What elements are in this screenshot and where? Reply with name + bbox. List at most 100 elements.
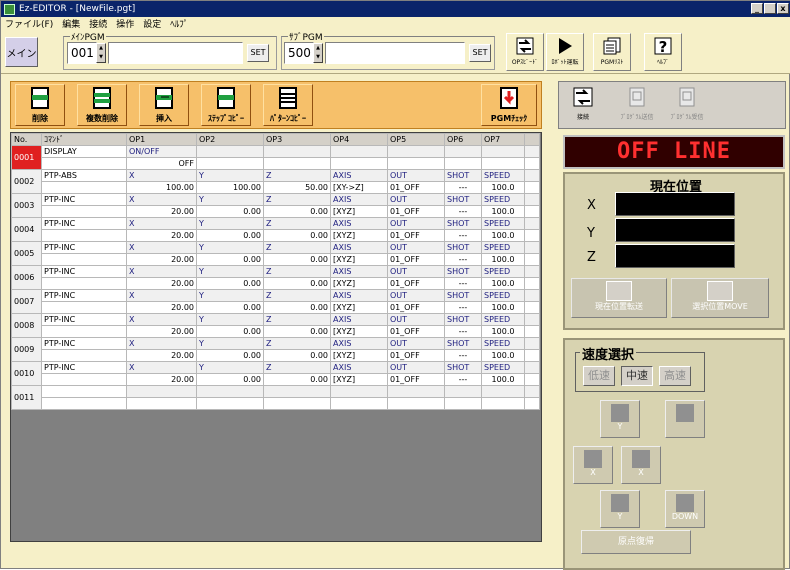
main-pgm-spin[interactable]: ▲ ▼: [96, 43, 106, 63]
param-label-cell[interactable]: [196, 385, 264, 398]
param-label-cell[interactable]: Y: [196, 313, 264, 326]
speed-low-button[interactable]: 低速: [583, 366, 615, 386]
jog-z-up-button[interactable]: UP: [665, 400, 705, 438]
step-number[interactable]: 0011: [11, 385, 42, 410]
param-value-cell[interactable]: 0.00: [263, 205, 331, 218]
param-value-cell[interactable]: 0.00: [196, 253, 264, 266]
step-number[interactable]: 0003: [11, 193, 42, 218]
param-label-cell[interactable]: SHOT: [444, 265, 482, 278]
table-row[interactable]: 0009 PTP-INC X Y Z AXIS OUT SHOT SPEED: [11, 337, 540, 362]
param-label-cell[interactable]: [481, 145, 525, 158]
table-row[interactable]: 20.00 0.00 0.00 [XYZ] 01_OFF --- 100.0: [12, 373, 540, 386]
param-value-cell[interactable]: 0.00: [263, 253, 331, 266]
table-row[interactable]: 20.00 0.00 0.00 [XYZ] 01_OFF --- 100.0: [12, 253, 540, 266]
table-row[interactable]: 0007 PTP-INC X Y Z AXIS OUT SHOT SPEED: [11, 289, 540, 314]
param-label-cell[interactable]: SHOT: [444, 313, 482, 326]
param-value-cell[interactable]: ---: [444, 301, 482, 314]
table-row[interactable]: 0005 PTP-INC X Y Z AXIS OUT SHOT SPEED: [11, 241, 540, 266]
command-cell[interactable]: PTP-INC: [41, 265, 127, 278]
param-label-cell[interactable]: Z: [263, 217, 331, 230]
param-value-cell[interactable]: 01_OFF: [387, 301, 445, 314]
param-value-cell[interactable]: ---: [444, 181, 482, 194]
menu-file[interactable]: ファイル(F): [5, 17, 53, 30]
multi-delete-button[interactable]: 複数削除: [77, 84, 127, 126]
param-label-cell[interactable]: SPEED: [481, 169, 525, 182]
table-row[interactable]: 100.00 100.00 50.00 [XY->Z] 01_OFF --- 100.0: [12, 181, 540, 194]
param-value-cell[interactable]: 0.00: [196, 349, 264, 362]
command-cell[interactable]: [41, 349, 127, 362]
param-value-cell[interactable]: ---: [444, 229, 482, 242]
param-label-cell[interactable]: Y: [196, 265, 264, 278]
param-value-cell[interactable]: [263, 397, 331, 410]
param-value-cell[interactable]: [387, 397, 445, 410]
param-value-cell[interactable]: 50.00: [263, 181, 331, 194]
step-number[interactable]: 0006: [11, 265, 42, 290]
command-cell[interactable]: PTP-INC: [41, 337, 127, 350]
param-value-cell[interactable]: [263, 157, 331, 170]
jog-y-plus-button[interactable]: Y: [600, 400, 640, 438]
command-cell[interactable]: [41, 277, 127, 290]
param-label-cell[interactable]: OUT: [387, 361, 445, 374]
param-value-cell[interactable]: [XY->Z]: [330, 181, 388, 194]
param-label-cell[interactable]: SPEED: [481, 265, 525, 278]
param-label-cell[interactable]: SHOT: [444, 217, 482, 230]
param-label-cell[interactable]: SPEED: [481, 289, 525, 302]
param-label-cell[interactable]: OUT: [387, 169, 445, 182]
param-value-cell[interactable]: ---: [444, 277, 482, 290]
home-return-button[interactable]: 原点復帰: [581, 530, 691, 554]
table-row[interactable]: 20.00 0.00 0.00 [XYZ] 01_OFF --- 100.0: [12, 205, 540, 218]
param-value-cell[interactable]: 0.00: [263, 277, 331, 290]
param-label-cell[interactable]: [330, 145, 388, 158]
param-label-cell[interactable]: X: [126, 169, 197, 182]
param-value-cell[interactable]: [330, 157, 388, 170]
speed-mid-button[interactable]: 中速: [621, 366, 653, 386]
transfer-position-button[interactable]: 現在位置転送: [571, 278, 667, 318]
param-value-cell[interactable]: 01_OFF: [387, 181, 445, 194]
param-label-cell[interactable]: SPEED: [481, 313, 525, 326]
table-row[interactable]: 0008 PTP-INC X Y Z AXIS OUT SHOT SPEED: [11, 313, 540, 338]
param-value-cell[interactable]: 100.0: [481, 325, 525, 338]
command-cell[interactable]: [41, 205, 127, 218]
param-value-cell[interactable]: ---: [444, 349, 482, 362]
param-label-cell[interactable]: AXIS: [330, 289, 388, 302]
command-cell[interactable]: [41, 229, 127, 242]
param-label-cell[interactable]: X: [126, 313, 197, 326]
command-cell[interactable]: PTP-INC: [41, 241, 127, 254]
param-label-cell[interactable]: AXIS: [330, 193, 388, 206]
command-cell[interactable]: PTP-ABS: [41, 169, 127, 182]
param-label-cell[interactable]: AXIS: [330, 361, 388, 374]
param-label-cell[interactable]: AXIS: [330, 241, 388, 254]
param-label-cell[interactable]: [387, 145, 445, 158]
param-label-cell[interactable]: AXIS: [330, 337, 388, 350]
param-value-cell[interactable]: [444, 157, 482, 170]
param-value-cell[interactable]: 0.00: [196, 205, 264, 218]
param-label-cell[interactable]: [444, 145, 482, 158]
help-button[interactable]: ? ﾍﾙﾌﾟ: [644, 33, 682, 71]
program-receive-button[interactable]: ﾌﾟﾛｸﾞﾗﾑ受信: [667, 86, 707, 124]
command-cell[interactable]: [41, 325, 127, 338]
command-cell[interactable]: [41, 157, 127, 170]
param-label-cell[interactable]: AXIS: [330, 169, 388, 182]
param-label-cell[interactable]: SPEED: [481, 361, 525, 374]
param-label-cell[interactable]: ON/OFF: [126, 145, 197, 158]
param-value-cell[interactable]: OFF: [126, 157, 197, 170]
param-value-cell[interactable]: 01_OFF: [387, 205, 445, 218]
param-value-cell[interactable]: [330, 397, 388, 410]
param-value-cell[interactable]: 0.00: [263, 229, 331, 242]
step-number[interactable]: 0010: [11, 361, 42, 386]
param-label-cell[interactable]: SPEED: [481, 217, 525, 230]
program-grid[interactable]: No. ｺﾏﾝﾄﾞ OP1 OP2 OP3 OP4 OP5 OP6 OP7 00…: [10, 132, 542, 542]
param-label-cell[interactable]: OUT: [387, 217, 445, 230]
close-button[interactable]: x: [777, 3, 789, 14]
param-label-cell[interactable]: AXIS: [330, 217, 388, 230]
param-label-cell[interactable]: Z: [263, 361, 331, 374]
step-number[interactable]: 0007: [11, 289, 42, 314]
insert-button[interactable]: 挿入: [139, 84, 189, 126]
sub-pgm-number[interactable]: 500: [284, 42, 314, 64]
menu-connect[interactable]: 接続: [89, 17, 107, 30]
step-copy-button[interactable]: ｽﾃｯﾌﾟｺﾋﾟｰ: [201, 84, 251, 126]
step-number[interactable]: 0005: [11, 241, 42, 266]
main-pgm-number[interactable]: 001: [67, 42, 97, 64]
param-label-cell[interactable]: AXIS: [330, 313, 388, 326]
param-label-cell[interactable]: SHOT: [444, 361, 482, 374]
